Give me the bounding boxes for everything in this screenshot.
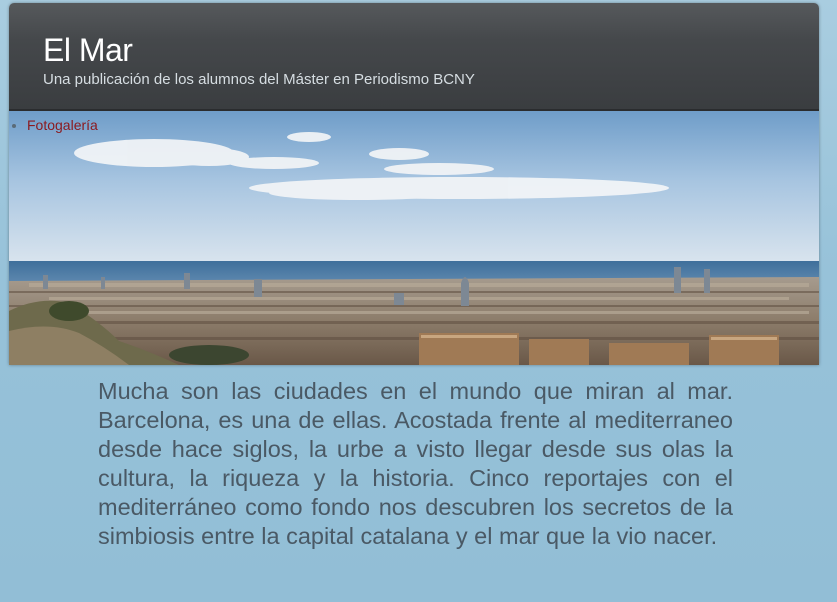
page: El Mar Una publicación de los alumnos de… [0, 0, 837, 602]
site-tagline: Una publicación de los alumnos del Máste… [43, 71, 475, 88]
header-banner-image [9, 111, 819, 365]
site-container: El Mar Una publicación de los alumnos de… [9, 3, 819, 365]
intro-paragraph: Mucha son las ciudades en el mundo que m… [98, 378, 733, 549]
site-title[interactable]: El Mar [43, 32, 133, 69]
main-navigation: Fotogalería [9, 117, 98, 133]
site-header: El Mar Una publicación de los alumnos de… [9, 3, 819, 111]
nav-link-fotogaleria[interactable]: Fotogalería [27, 117, 98, 133]
nav-item-fotogaleria: Fotogalería [27, 117, 98, 133]
